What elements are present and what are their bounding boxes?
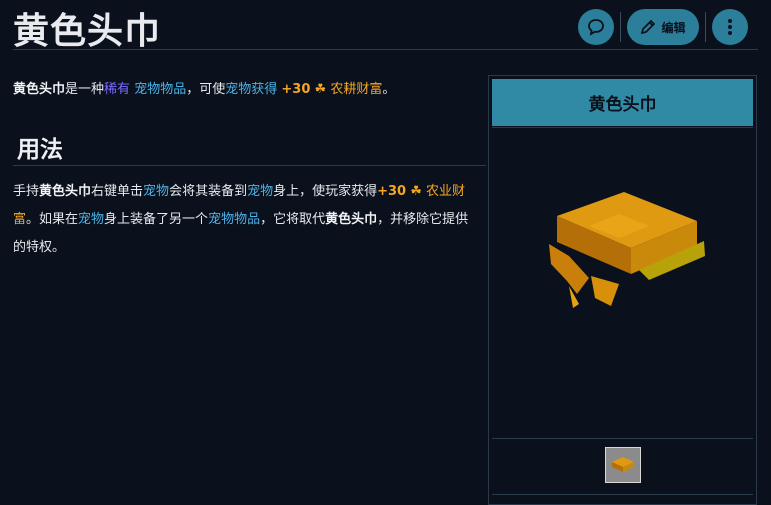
pet-item-link[interactable]: 宠物物品 bbox=[134, 82, 186, 97]
page-toolbar: 编辑 bbox=[578, 9, 748, 45]
comment-button[interactable] bbox=[578, 9, 614, 45]
vertical-ellipsis-icon bbox=[728, 19, 732, 35]
text: 手持 bbox=[13, 184, 40, 199]
usage-paragraph: 手持黄色头巾右键单击宠物会将其装备到宠物身上，使玩家获得+30 ☘ 农业财富。如… bbox=[13, 178, 475, 262]
infobox-divider bbox=[492, 494, 753, 495]
text: 右键单击 bbox=[91, 184, 144, 199]
pet-link[interactable]: 宠物 bbox=[225, 82, 251, 97]
edit-button[interactable]: 编辑 bbox=[627, 9, 699, 45]
pet-link[interactable]: 宠物 bbox=[78, 212, 104, 227]
item-thumbnail[interactable] bbox=[605, 447, 641, 483]
section-divider bbox=[13, 165, 486, 166]
item-name: 黄色头巾 bbox=[39, 184, 92, 199]
item-name: 黄色头巾 bbox=[13, 82, 66, 97]
intro-paragraph: 黄色头巾是一种稀有 宠物物品，可使宠物获得 +30 ☘ 农耕财富。 bbox=[13, 80, 395, 100]
text: 获得 bbox=[251, 82, 278, 97]
infobox: 黄色头巾 bbox=[488, 75, 757, 505]
farming-fortune-icon: ☘ bbox=[410, 184, 422, 199]
pet-link[interactable]: 宠物 bbox=[247, 184, 273, 199]
farming-fortune-icon: ☘ bbox=[314, 82, 327, 97]
more-options-button[interactable] bbox=[712, 9, 748, 45]
yellow-bandana-image bbox=[549, 192, 705, 308]
usage-heading: 用法 bbox=[17, 137, 63, 163]
speech-bubble-icon bbox=[588, 19, 604, 36]
infobox-title: 黄色头巾 bbox=[492, 79, 753, 126]
infobox-divider bbox=[492, 127, 753, 128]
toolbar-divider bbox=[705, 12, 706, 42]
text: 。如果在 bbox=[26, 212, 79, 227]
item-name: 黄色头巾 bbox=[325, 212, 378, 227]
toolbar-divider bbox=[620, 12, 621, 42]
yellow-bandana-item-icon bbox=[612, 457, 634, 472]
text: 身上，使玩家获得 bbox=[273, 184, 378, 199]
farming-fortune-link[interactable]: 农耕财富 bbox=[330, 82, 382, 97]
infobox-divider bbox=[492, 438, 753, 439]
text: ，它将取代 bbox=[260, 212, 326, 227]
text: 身上装备了另一个 bbox=[104, 212, 209, 227]
text: ，可使 bbox=[186, 82, 226, 97]
stat-bonus: +30 bbox=[281, 82, 311, 97]
title-divider bbox=[13, 49, 758, 50]
pencil-icon bbox=[641, 19, 656, 35]
pet-link[interactable]: 宠物 bbox=[143, 184, 169, 199]
text: 是一种 bbox=[65, 82, 105, 97]
text: 。 bbox=[382, 82, 396, 97]
text: 会将其装备到 bbox=[169, 184, 248, 199]
edit-label: 编辑 bbox=[661, 20, 686, 35]
rarity-link[interactable]: 稀有 bbox=[104, 82, 130, 97]
stat-bonus: +30 bbox=[377, 184, 407, 199]
pet-item-link[interactable]: 宠物物品 bbox=[208, 212, 260, 227]
page-title: 黄色头巾 bbox=[13, 11, 162, 52]
